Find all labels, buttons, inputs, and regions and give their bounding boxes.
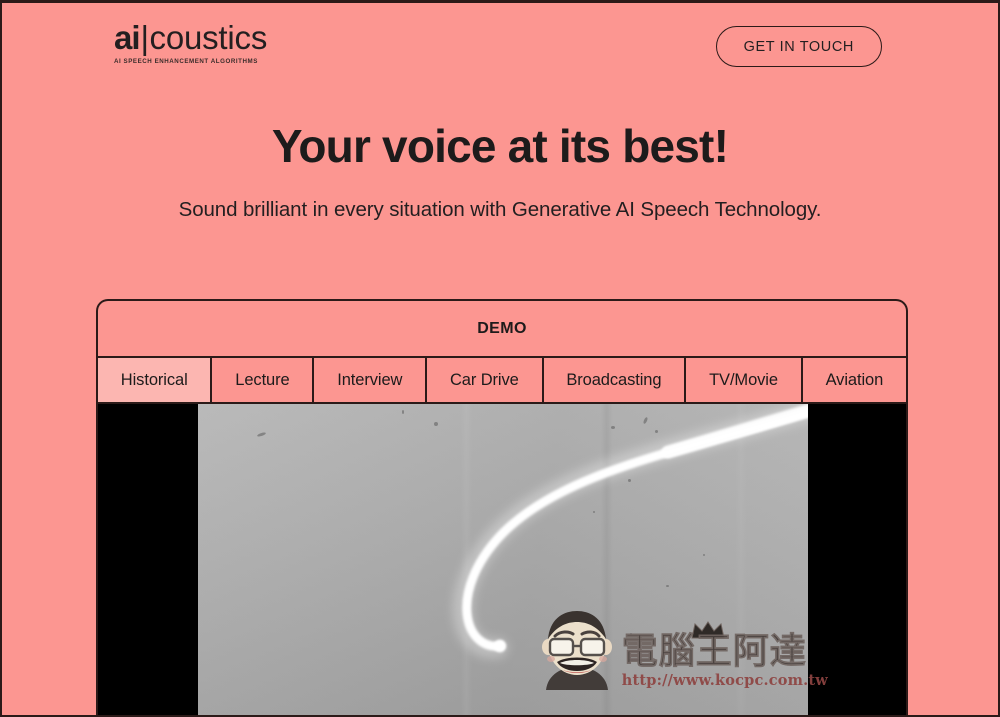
demo-section-title: DEMO (98, 301, 906, 358)
page-title: Your voice at its best! (271, 120, 729, 172)
tab-historical[interactable]: Historical (98, 358, 213, 402)
tab-tv-movie[interactable]: TV/Movie (686, 358, 803, 402)
wall-speck (630, 633, 632, 635)
wall-speck (628, 479, 631, 482)
tab-aviation[interactable]: Aviation (802, 358, 906, 402)
wall-speck (593, 511, 595, 513)
logo-divider: | (140, 19, 150, 56)
wall-speck (402, 410, 404, 414)
tab-interview[interactable]: Interview (314, 358, 428, 402)
logo-wordmark: ai|coustics (114, 21, 267, 54)
wall-speck (655, 430, 658, 433)
wall-speck (611, 426, 615, 429)
wall-speck (666, 585, 669, 587)
video-light-streak (452, 404, 808, 659)
logo-prefix: ai (114, 19, 141, 56)
tab-lecture[interactable]: Lecture (212, 358, 315, 402)
demo-video-player[interactable]: 電腦王阿達 http://www.kocpc.com.tw (98, 404, 906, 715)
site-logo[interactable]: ai|coustics AI SPEECH ENHANCEMENT ALGORI… (114, 21, 267, 65)
logo-suffix: coustics (149, 19, 268, 56)
hero-subtitle: Sound brilliant in every situation with … (178, 197, 822, 221)
get-in-touch-button[interactable]: GET IN TOUCH (715, 26, 882, 67)
tab-broadcasting[interactable]: Broadcasting (543, 358, 687, 402)
video-frame (198, 404, 808, 715)
tab-car-drive[interactable]: Car Drive (427, 358, 544, 402)
site-header: ai|coustics AI SPEECH ENHANCEMENT ALGORI… (2, 3, 998, 95)
logo-tagline: AI SPEECH ENHANCEMENT ALGORITHMS (114, 58, 258, 65)
demo-tab-bar: Historical Lecture Interview Car Drive B… (98, 358, 906, 404)
demo-card: DEMO Historical Lecture Interview Car Dr… (96, 299, 908, 715)
browser-page: ai|coustics AI SPEECH ENHANCEMENT ALGORI… (0, 0, 1000, 717)
hero-section: Your voice at its best! Sound brilliant … (2, 120, 998, 222)
wall-speck (703, 554, 705, 556)
wall-speck (434, 422, 438, 426)
